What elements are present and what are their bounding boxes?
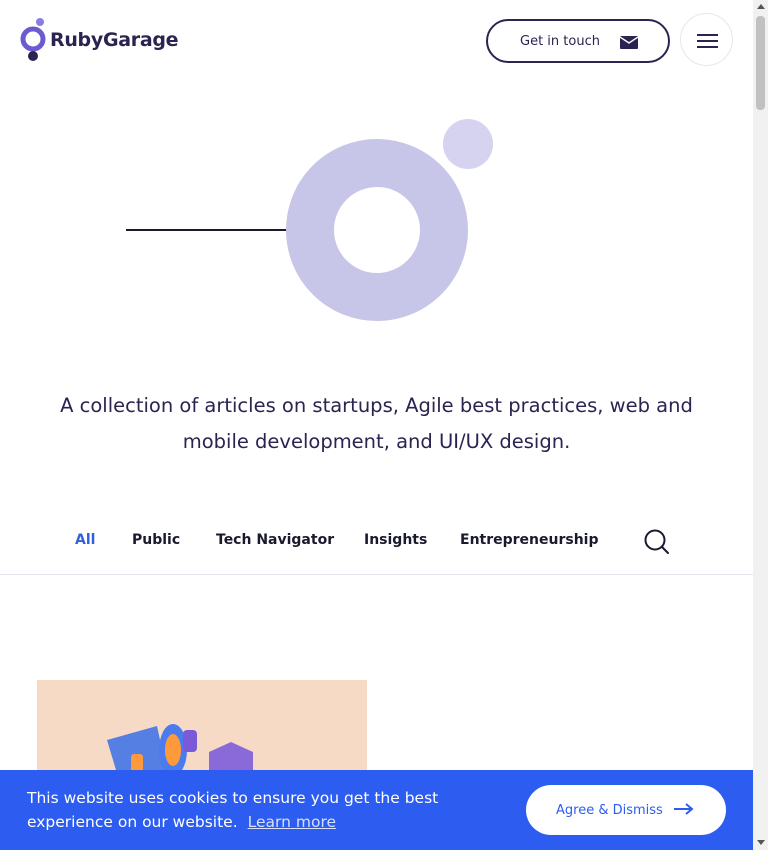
- menu-button[interactable]: [680, 13, 733, 66]
- arrow-right-icon: [674, 803, 694, 815]
- page-tagline: A collection of articles on startups, Ag…: [40, 388, 713, 460]
- agree-dismiss-label: Agree & Dismiss: [556, 802, 663, 818]
- tagline-line-1: A collection of articles on startups, Ag…: [60, 394, 693, 417]
- tagline-line-2: mobile development, and UI/UX design.: [182, 430, 571, 453]
- scroll-down-icon[interactable]: [757, 840, 765, 845]
- logo-text: RubyGarage: [50, 29, 179, 51]
- hamburger-icon-line: [697, 40, 718, 42]
- tab-insights[interactable]: Insights: [364, 532, 427, 548]
- tab-entrepreneurship[interactable]: Entrepreneurship: [460, 532, 599, 548]
- get-in-touch-button[interactable]: Get in touch: [486, 19, 670, 63]
- hamburger-icon-line: [697, 34, 718, 36]
- learn-more-link[interactable]: Learn more: [248, 813, 336, 831]
- logo[interactable]: RubyGarage: [20, 17, 179, 63]
- logo-mark-icon: [20, 18, 46, 61]
- agree-dismiss-button[interactable]: Agree & Dismiss: [526, 785, 726, 835]
- tab-public[interactable]: Public: [132, 532, 180, 548]
- scroll-thumb[interactable]: [756, 16, 765, 110]
- scrollbar[interactable]: [753, 0, 768, 850]
- cookie-message-text: This website uses cookies to ensure you …: [27, 789, 439, 831]
- cookie-banner: This website uses cookies to ensure you …: [0, 770, 753, 850]
- tab-all[interactable]: All: [75, 532, 95, 548]
- mail-icon: [620, 36, 638, 49]
- tab-tech-navigator[interactable]: Tech Navigator: [216, 532, 334, 548]
- hamburger-icon-line: [697, 46, 718, 48]
- search-icon[interactable]: [643, 528, 671, 556]
- hero-illustration: [126, 119, 493, 321]
- get-in-touch-label: Get in touch: [520, 33, 600, 49]
- category-tabs: All Public Tech Navigator Insights Entre…: [0, 520, 753, 575]
- cookie-message: This website uses cookies to ensure you …: [27, 786, 447, 834]
- scroll-up-icon[interactable]: [757, 4, 765, 9]
